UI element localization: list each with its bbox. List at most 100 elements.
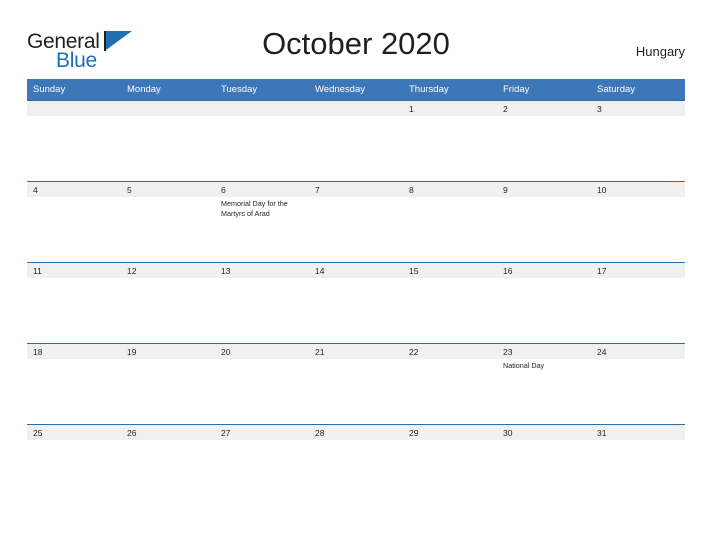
- day-cell-content: 15: [403, 262, 497, 343]
- calendar-week-row: 123: [27, 100, 685, 181]
- calendar-day-cell[interactable]: 21: [309, 343, 403, 424]
- calendar-day-cell[interactable]: 25: [27, 424, 121, 505]
- day-number: 30: [497, 424, 591, 440]
- day-cell-content: 20: [215, 343, 309, 424]
- day-number: 8: [403, 181, 497, 197]
- day-number: 13: [215, 262, 309, 278]
- calendar-day-cell[interactable]: 17: [591, 262, 685, 343]
- day-cell-content: [215, 100, 309, 181]
- day-cell-content: 12: [121, 262, 215, 343]
- day-events: [497, 116, 591, 118]
- calendar-day-cell[interactable]: [215, 100, 309, 181]
- weekday-header-row: Sunday Monday Tuesday Wednesday Thursday…: [27, 79, 685, 100]
- day-events: [403, 440, 497, 442]
- day-events: [497, 440, 591, 442]
- day-events: [121, 116, 215, 118]
- calendar-day-cell[interactable]: 3: [591, 100, 685, 181]
- day-cell-content: 30: [497, 424, 591, 505]
- calendar-day-cell[interactable]: 18: [27, 343, 121, 424]
- day-events: [403, 278, 497, 280]
- weekday-header-thursday: Thursday: [403, 79, 497, 100]
- day-number: 18: [27, 343, 121, 359]
- calendar-day-cell[interactable]: 6 Memorial Day for the Martyrs of Arad: [215, 181, 309, 262]
- calendar-day-cell[interactable]: 7: [309, 181, 403, 262]
- day-cell-content: 11: [27, 262, 121, 343]
- calendar-day-cell[interactable]: 9: [497, 181, 591, 262]
- day-number: 25: [27, 424, 121, 440]
- day-cell-content: [309, 100, 403, 181]
- day-number: 31: [591, 424, 685, 440]
- day-events: [403, 197, 497, 199]
- day-number: 9: [497, 181, 591, 197]
- calendar-day-cell[interactable]: 19: [121, 343, 215, 424]
- day-events: [121, 197, 215, 199]
- day-events: [27, 440, 121, 442]
- day-cell-content: 10: [591, 181, 685, 262]
- calendar-day-cell[interactable]: 13: [215, 262, 309, 343]
- calendar-week-row: 25 26 27 28 29 30 31: [27, 424, 685, 505]
- calendar-day-cell[interactable]: 29: [403, 424, 497, 505]
- calendar-day-cell[interactable]: 24: [591, 343, 685, 424]
- day-number: 2: [497, 100, 591, 116]
- calendar-day-cell[interactable]: 22: [403, 343, 497, 424]
- day-events: [591, 440, 685, 442]
- day-number: 29: [403, 424, 497, 440]
- calendar-day-cell[interactable]: 11: [27, 262, 121, 343]
- day-events: [27, 359, 121, 361]
- day-cell-content: 25: [27, 424, 121, 505]
- calendar-day-cell[interactable]: 16: [497, 262, 591, 343]
- calendar-day-cell[interactable]: 20: [215, 343, 309, 424]
- calendar-day-cell[interactable]: 12: [121, 262, 215, 343]
- day-number: 1: [403, 100, 497, 116]
- day-number: 12: [121, 262, 215, 278]
- day-events: [591, 278, 685, 280]
- day-events: [497, 278, 591, 280]
- day-cell-content: 27: [215, 424, 309, 505]
- day-cell-content: 18: [27, 343, 121, 424]
- calendar-day-cell[interactable]: 30: [497, 424, 591, 505]
- day-cell-content: 31: [591, 424, 685, 505]
- calendar-day-cell[interactable]: 2: [497, 100, 591, 181]
- calendar-day-cell[interactable]: 26: [121, 424, 215, 505]
- calendar-day-cell[interactable]: 27: [215, 424, 309, 505]
- day-cell-content: 24: [591, 343, 685, 424]
- day-events: National Day: [497, 359, 591, 371]
- holiday-event-label: National Day: [503, 361, 545, 370]
- calendar-day-cell[interactable]: 14: [309, 262, 403, 343]
- day-number: 7: [309, 181, 403, 197]
- calendar-day-cell[interactable]: 31: [591, 424, 685, 505]
- day-number: 6: [215, 181, 309, 197]
- calendar-day-cell[interactable]: [27, 100, 121, 181]
- calendar-day-cell[interactable]: 1: [403, 100, 497, 181]
- day-cell-content: 6 Memorial Day for the Martyrs of Arad: [215, 181, 309, 262]
- calendar-grid: Sunday Monday Tuesday Wednesday Thursday…: [27, 79, 685, 505]
- calendar-day-cell[interactable]: 10: [591, 181, 685, 262]
- day-events: [215, 116, 309, 118]
- day-cell-content: 22: [403, 343, 497, 424]
- weekday-header-sunday: Sunday: [27, 79, 121, 100]
- day-number: 22: [403, 343, 497, 359]
- calendar-day-cell[interactable]: [121, 100, 215, 181]
- calendar-day-cell[interactable]: 15: [403, 262, 497, 343]
- day-events: [591, 197, 685, 199]
- day-number: 27: [215, 424, 309, 440]
- calendar-page: General Blue October 2020 Hungary Sunday…: [0, 0, 712, 550]
- calendar-week-row: 18 19 20 21 22 23 National Day 24: [27, 343, 685, 424]
- weekday-header-wednesday: Wednesday: [309, 79, 403, 100]
- day-events: [591, 116, 685, 118]
- calendar-day-cell[interactable]: 8: [403, 181, 497, 262]
- page-header: General Blue October 2020 Hungary: [27, 26, 685, 72]
- day-cell-content: 26: [121, 424, 215, 505]
- day-events: [215, 359, 309, 361]
- day-cell-content: 7: [309, 181, 403, 262]
- page-title: October 2020: [262, 26, 450, 61]
- calendar-day-cell[interactable]: 5: [121, 181, 215, 262]
- day-events: [309, 197, 403, 199]
- calendar-day-cell[interactable]: 28: [309, 424, 403, 505]
- day-number: 3: [591, 100, 685, 116]
- calendar-day-cell[interactable]: 4: [27, 181, 121, 262]
- calendar-day-cell[interactable]: 23 National Day: [497, 343, 591, 424]
- day-number: 21: [309, 343, 403, 359]
- weekday-header-tuesday: Tuesday: [215, 79, 309, 100]
- calendar-day-cell[interactable]: [309, 100, 403, 181]
